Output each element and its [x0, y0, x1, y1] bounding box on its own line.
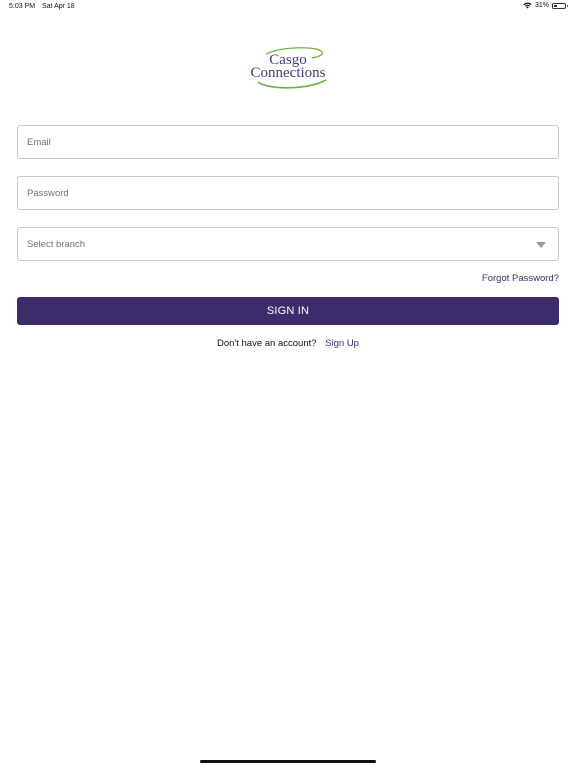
email-field[interactable] — [17, 125, 559, 159]
status-indicators: 31% — [523, 2, 568, 9]
no-account-text: Don't have an account? — [217, 338, 317, 349]
password-field[interactable] — [17, 176, 559, 210]
branch-select-placeholder: Select branch — [27, 239, 86, 250]
battery-fill — [554, 4, 558, 7]
status-time: 5:03 PM — [9, 3, 36, 10]
wifi-icon — [523, 2, 532, 9]
caret-down-icon[interactable] — [536, 242, 546, 248]
forgot-password-link[interactable]: Forgot Password? — [482, 273, 559, 284]
battery-icon — [552, 2, 568, 9]
battery-percent: 31% — [534, 2, 549, 9]
sign-up-link[interactable]: Sign Up — [325, 338, 359, 349]
status-date: Sat Apr 18 — [42, 3, 75, 10]
signup-prompt: Don't have an account? Sign Up — [0, 338, 576, 349]
password-input[interactable] — [18, 177, 558, 209]
home-indicator[interactable] — [200, 760, 376, 763]
logo-text-connections: Connections — [250, 65, 326, 81]
status-bar: 5:03 PM Sat Apr 18 31% — [0, 0, 576, 14]
casgo-connections-logo: Casgo Connections — [238, 44, 338, 90]
branch-select[interactable]: Select branch — [17, 227, 559, 261]
login-screen: 5:03 PM Sat Apr 18 31% Casgo Connections… — [0, 0, 576, 768]
email-input[interactable] — [18, 126, 558, 158]
sign-in-button[interactable]: SIGN IN — [17, 297, 559, 325]
